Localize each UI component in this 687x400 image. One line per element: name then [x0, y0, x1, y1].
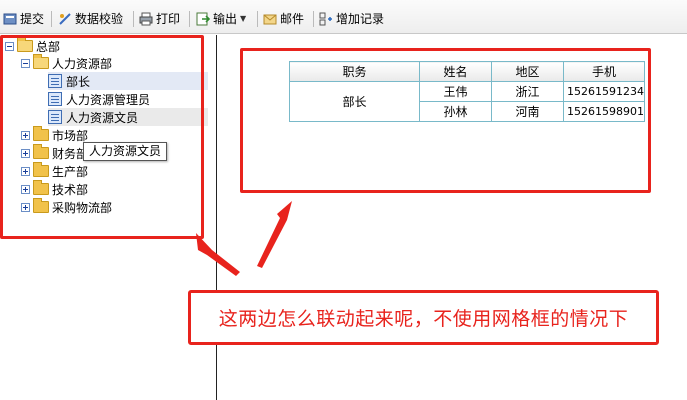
print-button[interactable]: 打印	[139, 10, 180, 28]
export-button[interactable]: 输出 ▼	[196, 10, 246, 28]
export-label: 输出	[213, 12, 238, 26]
mail-label: 邮件	[280, 12, 305, 26]
submit-label: 提交	[20, 12, 45, 26]
submit-icon	[3, 12, 17, 26]
mail-button[interactable]: 邮件	[263, 10, 304, 28]
validate-button[interactable]: 数据校验	[58, 10, 123, 28]
toolbar-divider	[257, 11, 258, 27]
table-highlight-box	[240, 48, 651, 193]
toolbar-divider	[51, 11, 52, 27]
tree-highlight-box	[0, 35, 204, 239]
add-record-button[interactable]: 增加记录	[319, 10, 384, 28]
printer-icon	[139, 12, 153, 26]
annotation-callout: 这两边怎么联动起来呢，不使用网格框的情况下	[188, 290, 659, 345]
toolbar: 提交 数据校验 打印 输出 ▼ 邮件 增加记录	[0, 0, 687, 34]
mail-icon	[263, 12, 277, 26]
chevron-down-icon[interactable]: ▼	[240, 10, 246, 28]
print-label: 打印	[156, 12, 181, 26]
panel-splitter[interactable]	[216, 35, 217, 400]
add-record-label: 增加记录	[336, 12, 385, 26]
toolbar-divider	[189, 11, 190, 27]
validate-icon	[58, 12, 72, 26]
toolbar-divider	[133, 11, 134, 27]
arrow-right-icon	[257, 201, 292, 268]
toolbar-divider	[313, 11, 314, 27]
add-record-icon	[319, 12, 333, 26]
submit-button[interactable]: 提交	[3, 10, 44, 28]
annotation-text: 这两边怎么联动起来呢，不使用网格框的情况下	[218, 308, 629, 330]
export-icon	[196, 12, 211, 26]
validate-label: 数据校验	[75, 12, 124, 26]
